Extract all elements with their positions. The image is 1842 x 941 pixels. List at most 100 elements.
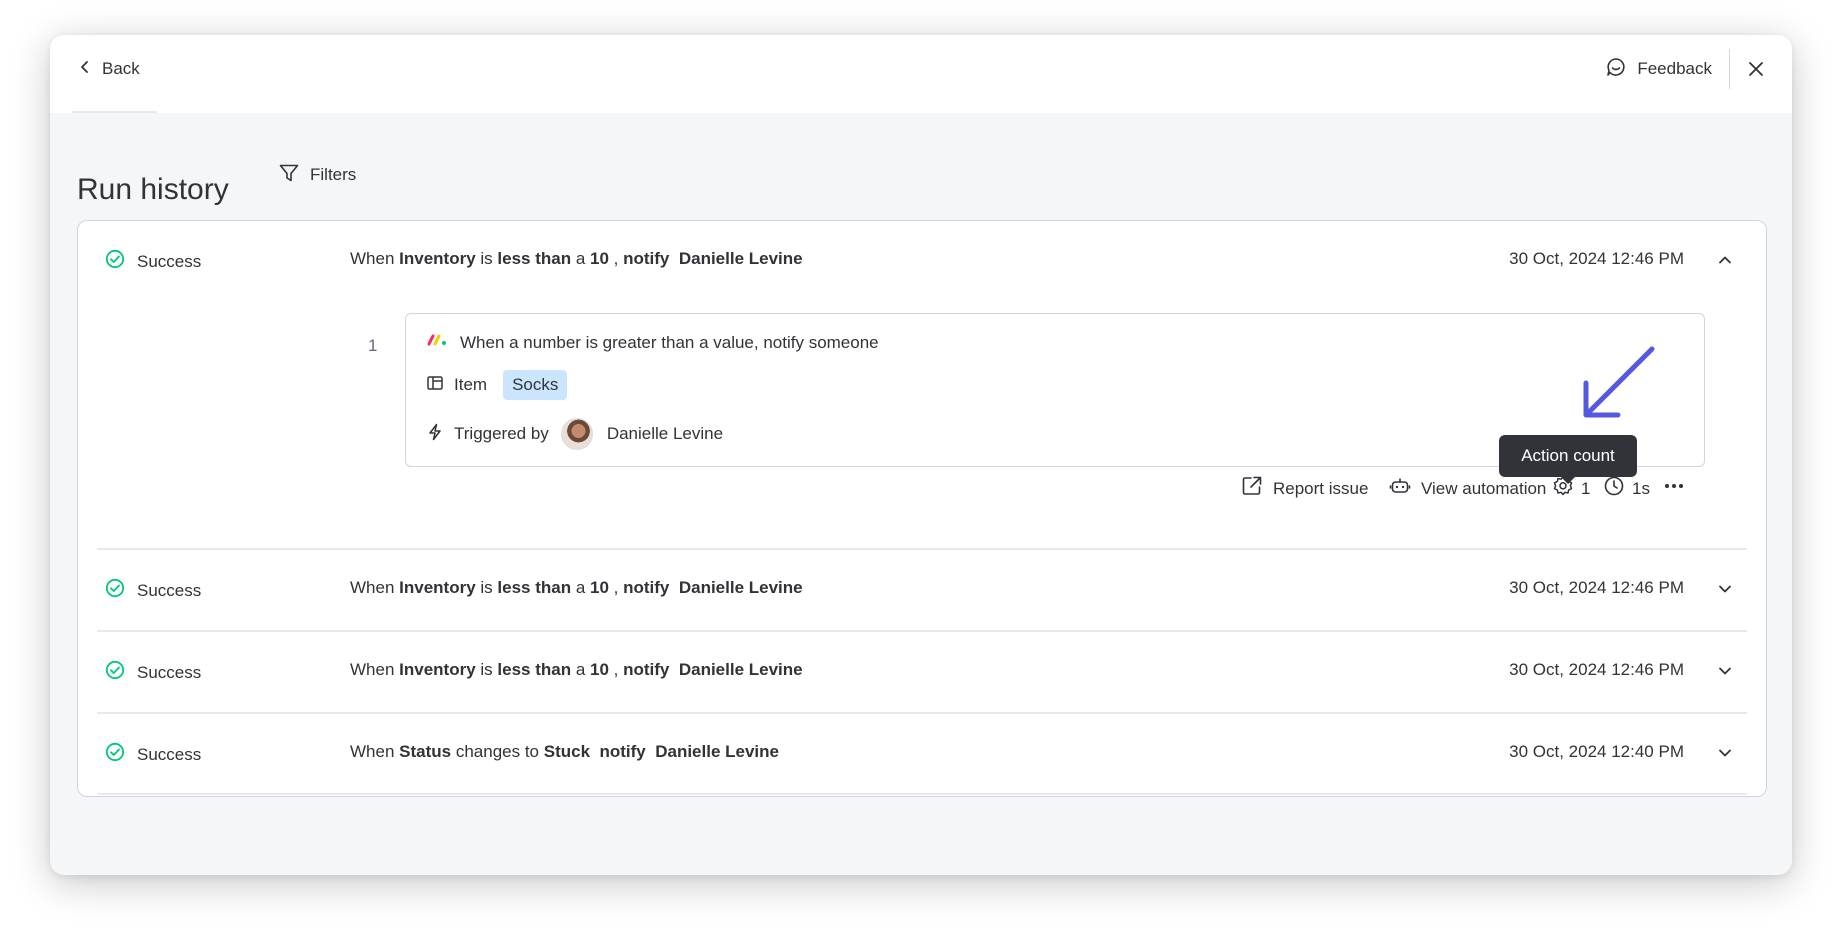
run-description: When Inventory is less than a 10 , notif… [350,578,803,598]
triggered-label: Triggered by [454,424,549,443]
description-keyword: notify [623,578,670,597]
description-keyword: Danielle Levine [678,249,803,268]
step-number: 1 [368,336,378,355]
run-row[interactable]: Success When Inventory is less than a 10… [78,632,1766,714]
description-text [669,660,678,679]
run-history-modal: Back Feedback Run history Filters Succes… [50,35,1792,875]
description-text [646,742,655,761]
run-description: When Status changes to Stuck notify Dani… [350,742,779,762]
description-text: changes to [451,742,544,761]
run-row[interactable]: Success When Inventory is less than a 10… [78,550,1766,632]
success-check-icon [105,249,125,274]
item-tag[interactable]: Socks [503,370,568,400]
description-keyword: 10 [590,578,609,597]
description-keyword: Danielle Levine [655,742,779,761]
header-divider [1729,49,1730,89]
description-keyword: Stuck [543,742,591,761]
description-keyword: Danielle Levine [678,660,803,679]
description-text: a [571,660,591,679]
item-label: Item [454,375,488,394]
run-row[interactable]: Success When Status changes to Stuck not… [78,714,1766,796]
external-link-icon [1241,475,1263,502]
description-text: When [350,742,400,761]
duration: 1s [1603,475,1650,502]
description-keyword: less than [497,249,572,268]
robot-icon [1389,475,1411,502]
feedback-icon [1605,56,1627,83]
success-check-icon [105,660,125,685]
chevron-left-icon [78,59,92,79]
feedback-label: Feedback [1637,59,1712,78]
chevron-up-icon[interactable] [1714,249,1736,271]
back-button[interactable]: Back [78,53,140,85]
annotation-arrow-icon [1583,346,1655,418]
run-date: 30 Oct, 2024 12:46 PM [1509,660,1684,679]
run-actions-bar: Report issue View automation 1 1s [78,475,1766,505]
description-keyword: Inventory [399,578,476,597]
report-issue-label: Report issue [1273,478,1369,498]
description-keyword: 10 [590,660,609,679]
status-cell: Success [105,660,201,685]
status-cell: Success [105,742,201,767]
description-text: When [350,249,400,268]
triggered-user[interactable]: Danielle Levine [607,424,723,444]
description-keyword: less than [497,660,572,679]
triggered-line: Triggered by Danielle Levine [426,418,723,450]
description-text: , [608,660,624,679]
feedback-button[interactable]: Feedback [1605,53,1712,85]
description-text: is [475,578,498,597]
run-date: 30 Oct, 2024 12:40 PM [1509,742,1684,761]
filters-label: Filters [310,165,357,184]
description-text: is [475,249,498,268]
report-issue-button[interactable]: Report issue [1241,475,1368,502]
status-cell: Success [105,249,201,274]
avatar [560,418,593,450]
run-date: 30 Oct, 2024 12:46 PM [1509,578,1684,597]
view-automation-button[interactable]: View automation [1389,475,1546,502]
description-keyword: Inventory [399,249,476,268]
chevron-down-icon[interactable] [1714,742,1736,764]
description-keyword: notify [623,249,670,268]
page-title: Run history [77,173,229,207]
monday-logo-icon [426,332,448,353]
run-list: Success When Inventory is less than a 10… [77,220,1767,797]
close-button[interactable] [1742,55,1770,83]
status-label: Success [137,744,202,764]
chevron-down-icon[interactable] [1714,660,1736,682]
chevron-down-icon[interactable] [1714,578,1736,600]
status-label: Success [137,580,202,600]
filter-icon [278,162,300,189]
item-board-icon [426,374,444,397]
duration-value: 1s [1632,478,1650,498]
description-text: , [608,578,624,597]
view-automation-label: View automation [1421,478,1547,498]
description-text: a [571,578,591,597]
clock-icon [1603,475,1625,502]
more-options-button[interactable] [1662,475,1686,502]
lightning-icon [426,423,444,446]
back-label: Back [102,59,140,78]
action-count-value: 1 [1581,478,1591,498]
run-row[interactable]: Success When Inventory is less than a 10… [78,221,1766,303]
description-keyword: 10 [590,249,609,268]
filters-button[interactable]: Filters [278,161,356,189]
modal-header: Back Feedback [50,35,1792,113]
description-keyword: notify [623,660,670,679]
row-divider [97,793,1747,795]
back-underline [72,111,157,113]
description-keyword: less than [497,578,572,597]
description-keyword: Inventory [399,660,476,679]
description-keyword: notify [599,742,646,761]
description-text [669,249,678,268]
recipe-line: When a number is greater than a value, n… [426,332,879,353]
status-label: Success [137,662,202,682]
item-line: Item Socks [426,370,568,400]
run-description: When Inventory is less than a 10 , notif… [350,249,803,269]
description-keyword: Status [399,742,452,761]
description-keyword: Danielle Levine [678,578,803,597]
action-count-tooltip: Action count [1499,435,1637,484]
run-description: When Inventory is less than a 10 , notif… [350,660,803,680]
description-text: When [350,660,400,679]
status-cell: Success [105,578,201,603]
close-icon [1749,62,1763,76]
